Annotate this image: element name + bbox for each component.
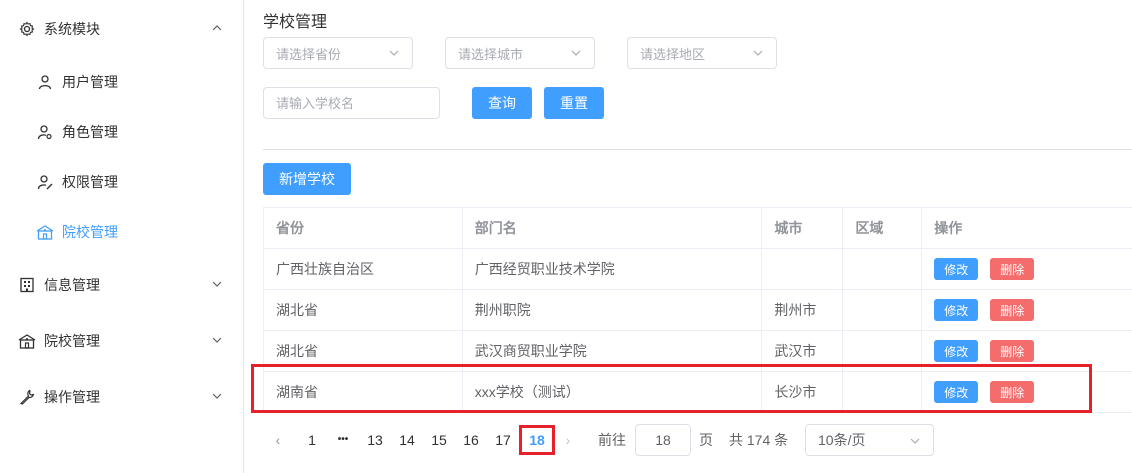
page-size-value: 10条/页 <box>818 432 866 448</box>
highlight-annotation-row <box>251 364 1092 413</box>
prev-page-button[interactable]: ‹ <box>270 425 286 455</box>
menu-system-label: 系统模块 <box>44 21 100 37</box>
page-size-select[interactable]: 10条/页 <box>805 424 934 456</box>
page-1[interactable]: 1 <box>302 425 322 455</box>
cell-province: 湖北省 <box>264 290 463 330</box>
table-row: 广西壮族自治区 广西经贸职业技术学院 修改 删除 <box>264 249 1132 290</box>
cell-city: 荆州市 <box>762 290 844 330</box>
sidebar-item-label: 权限管理 <box>62 174 118 190</box>
edit-button[interactable]: 修改 <box>934 340 979 362</box>
district-select-placeholder: 请选择地区 <box>640 46 706 62</box>
total-count: 共 174 条 <box>729 432 789 448</box>
sidebar-item-label: 角色管理 <box>62 124 118 140</box>
menu-school-label: 院校管理 <box>44 333 100 349</box>
menu-school[interactable]: 院校管理 <box>0 321 244 361</box>
goto-label: 前往 <box>598 432 626 448</box>
table-header: 省份 部门名 城市 区域 操作 <box>264 208 1132 249</box>
cell-actions: 修改 删除 <box>922 249 1132 289</box>
delete-button[interactable]: 删除 <box>990 299 1035 321</box>
cell-actions: 修改 删除 <box>922 290 1132 330</box>
add-school-button[interactable]: 新增学校 <box>263 163 351 195</box>
chevron-down-icon <box>910 438 920 444</box>
cell-city <box>762 249 844 289</box>
header-city: 城市 <box>762 208 844 248</box>
province-select-placeholder: 请选择省份 <box>276 46 342 62</box>
menu-system[interactable]: 系统模块 <box>0 9 244 49</box>
page-15[interactable]: 15 <box>428 425 450 455</box>
wrench-icon <box>18 388 36 406</box>
delete-button[interactable]: 删除 <box>990 258 1035 280</box>
sidebar-item-school-mgmt[interactable]: 院校管理 <box>0 212 244 252</box>
menu-operations[interactable]: 操作管理 <box>0 377 244 417</box>
user-icon <box>36 73 54 91</box>
sidebar: 系统模块 用户管理 角色管理 权限管理 院校管理 信息管理 院校管理 操作管理 <box>0 0 244 473</box>
cell-dept: 荆州职院 <box>463 290 763 330</box>
chevron-down-icon <box>753 50 763 56</box>
building-icon <box>18 276 36 294</box>
cell-district <box>843 290 923 330</box>
sidebar-item-perm-mgmt[interactable]: 权限管理 <box>0 162 244 202</box>
page-unit-label: 页 <box>699 432 713 448</box>
header-district: 区域 <box>843 208 923 248</box>
chevron-down-icon <box>212 281 222 287</box>
header-actions: 操作 <box>934 220 963 236</box>
school-icon <box>18 332 36 350</box>
page-14[interactable]: 14 <box>396 425 418 455</box>
main-content: 学校管理 请选择省份 请选择城市 请选择地区 查询 重置 新增学校 省份 部门名… <box>244 0 1132 473</box>
chevron-down-icon <box>212 393 222 399</box>
sidebar-item-label: 院校管理 <box>62 224 118 240</box>
sidebar-item-role-mgmt[interactable]: 角色管理 <box>0 112 244 152</box>
cell-province: 广西壮族自治区 <box>264 249 463 289</box>
query-button[interactable]: 查询 <box>472 87 532 119</box>
school-icon <box>36 223 54 241</box>
page-title: 学校管理 <box>263 14 328 31</box>
reset-button[interactable]: 重置 <box>544 87 604 119</box>
delete-button[interactable]: 删除 <box>990 340 1035 362</box>
goto-page-input[interactable] <box>635 424 691 456</box>
page-ellipsis[interactable]: ••• <box>332 425 354 455</box>
cell-dept: 广西经贸职业技术学院 <box>463 249 763 289</box>
chevron-down-icon <box>389 50 399 56</box>
school-name-input[interactable] <box>263 87 440 119</box>
sidebar-item-label: 用户管理 <box>62 74 118 90</box>
user-gear-icon <box>36 123 54 141</box>
page-17[interactable]: 17 <box>492 425 514 455</box>
gear-icon <box>18 20 36 38</box>
sidebar-item-user-mgmt[interactable]: 用户管理 <box>0 62 244 102</box>
edit-button[interactable]: 修改 <box>934 258 979 280</box>
table-row: 湖北省 荆州职院 荆州市 修改 删除 <box>264 290 1132 331</box>
next-page-button[interactable]: › <box>560 425 576 455</box>
city-select[interactable]: 请选择城市 <box>445 37 595 69</box>
divider <box>263 149 1132 150</box>
city-select-placeholder: 请选择城市 <box>458 46 524 62</box>
header-dept: 部门名 <box>463 208 763 248</box>
menu-operations-label: 操作管理 <box>44 389 100 405</box>
page-16[interactable]: 16 <box>460 425 482 455</box>
menu-info[interactable]: 信息管理 <box>0 265 244 305</box>
cell-district <box>843 249 923 289</box>
province-select[interactable]: 请选择省份 <box>263 37 413 69</box>
chevron-down-icon <box>571 50 581 56</box>
district-select[interactable]: 请选择地区 <box>627 37 777 69</box>
edit-button[interactable]: 修改 <box>934 299 979 321</box>
menu-info-label: 信息管理 <box>44 277 100 293</box>
chevron-down-icon <box>212 337 222 343</box>
page-13[interactable]: 13 <box>364 425 386 455</box>
user-edit-icon <box>36 173 54 191</box>
header-province: 省份 <box>264 208 463 248</box>
chevron-up-icon <box>212 25 222 31</box>
highlight-annotation-page <box>519 425 555 455</box>
